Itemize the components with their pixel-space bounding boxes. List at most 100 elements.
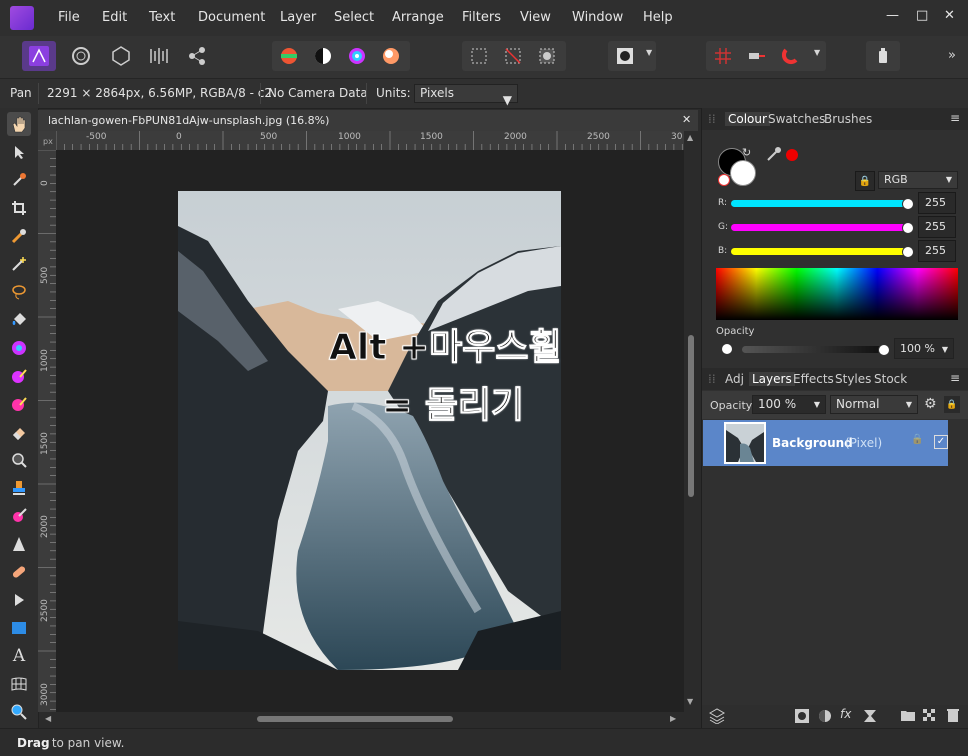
- scroll-right-icon[interactable]: ▶: [670, 714, 676, 723]
- crop-tool-icon[interactable]: [7, 196, 31, 220]
- secondary-colour-swatch[interactable]: [730, 160, 756, 186]
- align-icon[interactable]: [740, 41, 774, 71]
- contrast-icon[interactable]: [306, 41, 340, 71]
- flood-fill-tool-icon[interactable]: [7, 308, 31, 332]
- live-filter-icon[interactable]: [863, 709, 877, 723]
- hand-tool-icon[interactable]: [7, 112, 31, 136]
- marquee-select-icon[interactable]: [462, 41, 496, 71]
- mask-icon[interactable]: [795, 709, 809, 723]
- quick-mask-icon[interactable]: [608, 41, 642, 71]
- blue-value-field[interactable]: 255: [918, 240, 956, 262]
- menu-view[interactable]: View: [520, 10, 551, 25]
- rectangle-tool-icon[interactable]: [7, 616, 31, 640]
- swap-colours-icon[interactable]: ↻: [742, 146, 751, 159]
- sharpen-tool-icon[interactable]: [7, 532, 31, 556]
- color-picker-tool-icon[interactable]: [7, 168, 31, 192]
- blue-slider-knob[interactable]: [902, 246, 914, 258]
- node-tool-icon[interactable]: [7, 588, 31, 612]
- opacity-slider[interactable]: [742, 346, 882, 353]
- scroll-left-icon[interactable]: ◀: [45, 714, 51, 723]
- blue-slider[interactable]: [731, 248, 911, 255]
- layer-lock-icon[interactable]: 🔒: [911, 434, 923, 445]
- layer-visibility-checkbox[interactable]: ✓: [934, 435, 948, 449]
- layer-opacity-dropdown[interactable]: 100 % ▼: [752, 395, 826, 414]
- white-balance-icon[interactable]: [374, 41, 408, 71]
- layer-row-background[interactable]: Background (Pixel) 🔒 ✓: [703, 420, 948, 466]
- new-pixel-layer-icon[interactable]: [923, 709, 937, 723]
- picked-colour-swatch[interactable]: [786, 149, 798, 161]
- blur-brush-tool-icon[interactable]: [7, 448, 31, 472]
- tab-stock[interactable]: Stock: [874, 372, 907, 386]
- panel-menu-icon[interactable]: ≡: [950, 111, 960, 125]
- tab-styles[interactable]: Styles: [835, 372, 871, 386]
- tone-mapping-persona-icon[interactable]: [142, 41, 176, 71]
- toolbar-overflow-icon[interactable]: »: [948, 48, 956, 63]
- freehand-selection-tool-icon[interactable]: [7, 280, 31, 304]
- lock-icon[interactable]: 🔒: [944, 396, 960, 413]
- close-window-button[interactable]: ✕: [944, 8, 955, 23]
- photo-persona-button[interactable]: [22, 41, 56, 71]
- opacity-field[interactable]: 100 % ▼: [894, 338, 954, 359]
- text-tool-icon[interactable]: A: [7, 644, 31, 668]
- units-dropdown[interactable]: Pixels ▼: [414, 84, 518, 107]
- vertical-scrollbar[interactable]: ▲ ▼: [684, 131, 698, 712]
- dodge-brush-tool-icon[interactable]: [7, 504, 31, 528]
- color-replacement-tool-icon[interactable]: [7, 364, 31, 388]
- menu-window[interactable]: Window: [572, 10, 623, 25]
- panel-grip-icon[interactable]: ⁞⁞: [708, 112, 716, 126]
- red-value-field[interactable]: 255: [918, 192, 956, 214]
- clone-brush-tool-icon[interactable]: [7, 476, 31, 500]
- red-slider[interactable]: [731, 200, 911, 207]
- erase-brush-tool-icon[interactable]: [7, 420, 31, 444]
- eyedropper-icon[interactable]: [766, 146, 782, 162]
- panel-grip-icon[interactable]: ⁞⁞: [708, 372, 716, 386]
- green-slider-knob[interactable]: [902, 222, 914, 234]
- green-value-field[interactable]: 255: [918, 216, 956, 238]
- paint-brush-tool-icon[interactable]: [7, 336, 31, 360]
- chevron-down-icon[interactable]: ▼: [814, 48, 820, 57]
- horizontal-scroll-thumb[interactable]: [257, 716, 453, 722]
- levels-icon[interactable]: [272, 41, 306, 71]
- scroll-up-icon[interactable]: ▲: [687, 133, 693, 142]
- tab-adj[interactable]: Adj: [725, 372, 744, 386]
- vertical-scroll-thumb[interactable]: [688, 335, 694, 497]
- colour-model-dropdown[interactable]: RGB ▼: [878, 171, 958, 189]
- trash-icon[interactable]: [947, 708, 959, 722]
- minimize-button[interactable]: —: [886, 8, 899, 23]
- menu-edit[interactable]: Edit: [102, 10, 127, 25]
- menu-select[interactable]: Select: [334, 10, 374, 25]
- liquify-persona-icon[interactable]: [64, 41, 98, 71]
- healing-brush-tool-icon[interactable]: [7, 560, 31, 584]
- tab-effects[interactable]: Effects: [793, 372, 834, 386]
- hue-icon[interactable]: [340, 41, 374, 71]
- menu-document[interactable]: Document: [198, 10, 265, 25]
- close-document-button[interactable]: ✕: [682, 113, 691, 126]
- menu-file[interactable]: File: [58, 10, 80, 25]
- pixel-tool-icon[interactable]: [7, 392, 31, 416]
- menu-arrange[interactable]: Arrange: [392, 10, 444, 25]
- invert-selection-icon[interactable]: [530, 41, 564, 71]
- adjustment-icon[interactable]: [818, 709, 832, 723]
- menu-help[interactable]: Help: [643, 10, 673, 25]
- zoom-tool-icon[interactable]: [7, 700, 31, 724]
- develop-persona-icon[interactable]: [104, 41, 138, 71]
- opacity-slider-knob[interactable]: [878, 344, 890, 356]
- magic-wand-tool-icon[interactable]: [7, 252, 31, 276]
- mesh-warp-tool-icon[interactable]: [7, 672, 31, 696]
- export-persona-icon[interactable]: [180, 41, 214, 71]
- selection-brush-tool-icon[interactable]: [7, 224, 31, 248]
- canvas[interactable]: Alt +마우스휠 = 돌리기: [57, 150, 684, 712]
- fx-icon[interactable]: fx: [840, 707, 851, 721]
- layers-stack-icon[interactable]: [708, 708, 726, 724]
- assistant-button[interactable]: [866, 41, 900, 71]
- grid-icon[interactable]: [706, 41, 740, 71]
- tab-swatches[interactable]: Swatches: [768, 112, 825, 126]
- menu-layer[interactable]: Layer: [280, 10, 316, 25]
- panel-menu-icon[interactable]: ≡: [950, 371, 960, 385]
- gear-icon[interactable]: ⚙: [924, 396, 937, 412]
- menu-text[interactable]: Text: [149, 10, 175, 25]
- tab-layers[interactable]: Layers: [749, 372, 795, 386]
- no-colour-icon[interactable]: [718, 174, 730, 186]
- folder-icon[interactable]: [901, 709, 915, 721]
- blend-mode-dropdown[interactable]: Normal ▼: [830, 395, 918, 414]
